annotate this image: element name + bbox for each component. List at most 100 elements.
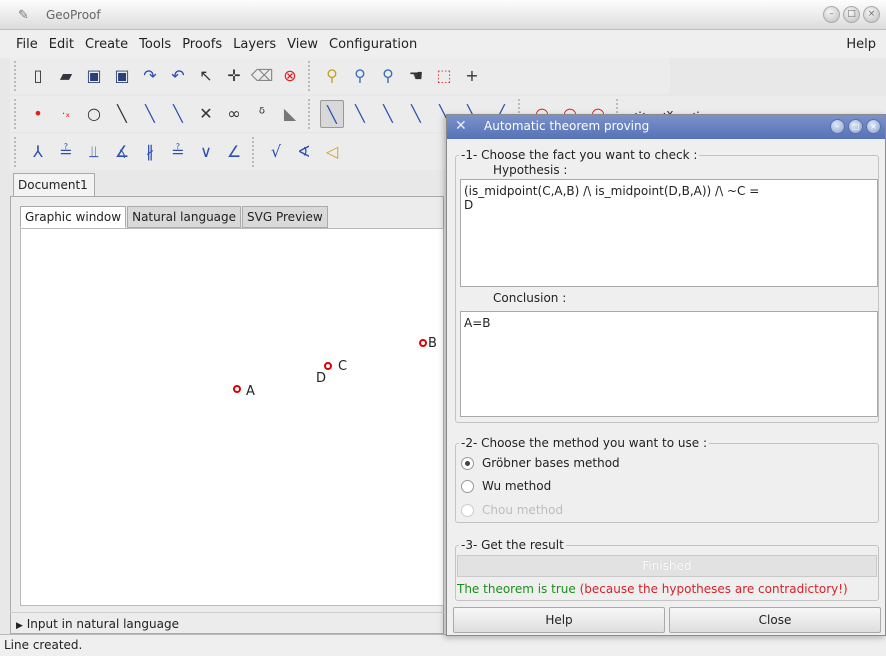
line-icon[interactable]: ╲ (110, 100, 134, 128)
dialog-title: Automatic theorem proving (484, 119, 650, 133)
open-icon[interactable]: ▰ (54, 62, 78, 90)
menu-proofs[interactable]: Proofs (182, 37, 222, 52)
ray-icon[interactable]: ╲ (166, 100, 190, 128)
toolbar-grip[interactable] (308, 99, 314, 129)
midpoint-check-icon[interactable]: ∦ (138, 138, 162, 166)
toolbar-grip[interactable] (308, 61, 314, 91)
collinear-check-icon[interactable]: ⅄ (26, 138, 50, 166)
tab-graphic-window[interactable]: Graphic window (20, 206, 127, 228)
close-window-button[interactable]: × (863, 6, 880, 23)
dialog-maximize-button[interactable]: □ (848, 119, 863, 134)
maximize-button[interactable]: □ (843, 6, 860, 23)
pointer-icon[interactable]: ↖ (194, 62, 218, 90)
minimize-button[interactable]: – (823, 6, 840, 23)
point-c-marker[interactable] (324, 362, 332, 370)
tab-svg-preview[interactable]: SVG Preview (242, 206, 328, 228)
angle-check-icon[interactable]: ∠ (222, 138, 246, 166)
dialog-titlebar: ✕ Automatic theorem proving – □ × (447, 115, 885, 139)
segment-icon[interactable]: ╲ (138, 100, 162, 128)
menu-configuration[interactable]: Configuration (329, 37, 417, 52)
menu-file[interactable]: File (16, 37, 38, 52)
perpendicular-icon[interactable]: ╲ (348, 100, 372, 128)
tangent-icon[interactable]: ᵟ (250, 100, 274, 128)
hypothesis-label: Hypothesis : (493, 163, 568, 177)
save-icon[interactable]: ▣ (82, 62, 106, 90)
bisector-icon[interactable]: ╲ (404, 100, 428, 128)
eraser-icon[interactable]: ⌫ (250, 62, 274, 90)
menu-layers[interactable]: Layers (233, 37, 276, 52)
point-d-label: D (316, 371, 327, 386)
result-reason: (because the hypotheses are contradictor… (575, 582, 848, 596)
chou-label: Chou method (482, 503, 564, 517)
angle-equal-icon[interactable]: ∢ (292, 138, 316, 166)
grobner-method-option[interactable]: Gröbner bases method (461, 456, 620, 470)
perpendicular-check-icon[interactable]: ∡ (110, 138, 134, 166)
status-bar: Line created. (0, 634, 886, 656)
wu-method-option[interactable]: Wu method (461, 479, 551, 493)
document-tab[interactable]: Document1 (13, 173, 95, 197)
menu-create[interactable]: Create (85, 37, 128, 52)
redo-icon[interactable]: ↷ (138, 62, 162, 90)
circle-intersection-icon[interactable]: ∞ (222, 100, 246, 128)
circle-icon[interactable]: ○ (82, 100, 106, 128)
theorem-proving-dialog: ✕ Automatic theorem proving – □ × -1- Ch… (446, 114, 886, 636)
stop-icon[interactable]: ⊗ (278, 62, 302, 90)
point-a-marker[interactable] (233, 385, 241, 393)
main-titlebar: ✎ GeoProof – □ × (0, 0, 886, 30)
step3-label: -3- Get the result (459, 538, 566, 552)
menu-tools[interactable]: Tools (139, 37, 171, 52)
pan-hand-icon[interactable]: ☚ (404, 62, 428, 90)
move-icon[interactable]: ✛ (222, 62, 246, 90)
dialog-minimize-button[interactable]: – (830, 119, 845, 134)
zoom-out-icon[interactable]: ⚲ (348, 62, 372, 90)
natural-language-label: Input in natural language (26, 617, 179, 631)
toolbar-grip[interactable] (14, 99, 20, 129)
intersection-icon[interactable]: ✕ (194, 100, 218, 128)
undo-icon[interactable]: ↶ (166, 62, 190, 90)
toolbar-grip[interactable] (252, 137, 258, 167)
step1-label: -1- Choose the fact you want to check : (459, 148, 700, 162)
expand-arrow-icon: ▶ (16, 621, 23, 631)
zoom-fit-icon[interactable]: ⚲ (376, 62, 400, 90)
new-file-icon[interactable]: ▯ (26, 62, 50, 90)
point-b-label: B (428, 336, 437, 351)
graphic-canvas[interactable]: B C D A (20, 228, 444, 606)
menu-edit[interactable]: Edit (49, 37, 74, 52)
point-on-object-icon[interactable]: ·ₓ (54, 100, 78, 128)
menu-view[interactable]: View (287, 37, 318, 52)
wu-radio[interactable] (461, 479, 474, 493)
point-icon[interactable]: • (26, 100, 50, 128)
select-region-icon[interactable]: ⬚ (432, 62, 456, 90)
result-ok: The theorem is true (457, 582, 576, 596)
point-b-marker[interactable] (419, 339, 427, 347)
menu-bar: File Edit Create Tools Proofs Layers Vie… (0, 30, 886, 58)
proof-toolbar: ⅄ ≟ ⫫ ∡ ∦ ≟ ∨ ∠ √ ∢ ◁ (10, 134, 450, 170)
parallel-icon[interactable]: ╲ (376, 100, 400, 128)
grobner-radio[interactable] (461, 456, 474, 470)
selected-line-tool-icon[interactable]: ╲ (320, 100, 344, 128)
menu-help[interactable]: Help (846, 37, 876, 52)
window-title: GeoProof (46, 8, 101, 22)
step2-label: -2- Choose the method you want to use : (459, 436, 710, 450)
equidistant-check-icon[interactable]: ≟ (166, 138, 190, 166)
crosshair-icon[interactable]: + (460, 62, 484, 90)
help-button[interactable]: Help (453, 607, 665, 633)
polygon-icon[interactable]: ◣ (278, 100, 302, 128)
conclusion-field[interactable]: A=B (460, 311, 878, 417)
toolbar-grip[interactable] (14, 61, 20, 91)
natural-language-toggle[interactable]: ▶ Input in natural language (10, 612, 444, 634)
toolbar-grip[interactable] (14, 137, 20, 167)
tab-natural-language[interactable]: Natural language (127, 206, 242, 228)
parallel-check-icon[interactable]: ⫫ (82, 138, 106, 166)
triangle-icon[interactable]: ◁ (320, 138, 344, 166)
wu-label: Wu method (482, 479, 552, 493)
chou-method-option: Chou method (461, 503, 563, 517)
angle-measure-icon[interactable]: √ (264, 138, 288, 166)
concyclic-check-icon[interactable]: ∨ (194, 138, 218, 166)
close-button[interactable]: Close (669, 607, 881, 633)
hypothesis-field[interactable]: (is_midpoint(C,A,B) /\ is_midpoint(D,B,A… (460, 179, 878, 287)
zoom-in-icon[interactable]: ⚲ (320, 62, 344, 90)
save-as-icon[interactable]: ▣ (110, 62, 134, 90)
equal-check-icon[interactable]: ≟ (54, 138, 78, 166)
dialog-close-button[interactable]: × (866, 119, 881, 134)
